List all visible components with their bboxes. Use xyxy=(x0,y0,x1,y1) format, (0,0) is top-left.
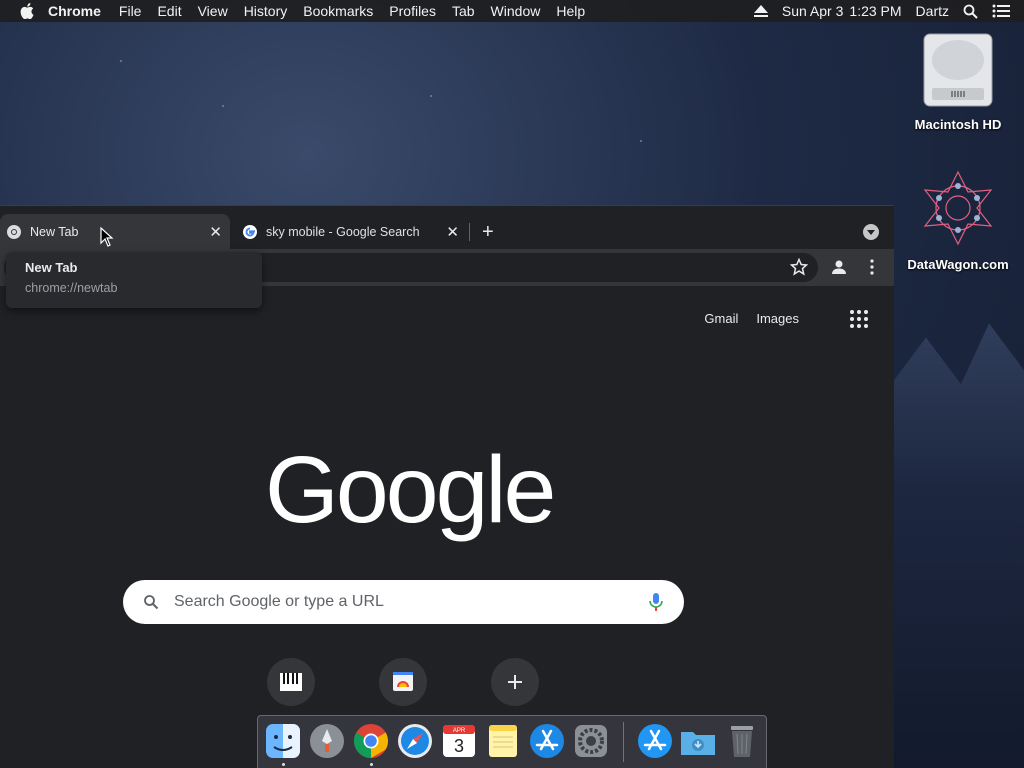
hard-drive-icon xyxy=(923,33,993,107)
star xyxy=(430,95,432,97)
system-preferences-icon[interactable] xyxy=(572,722,610,760)
images-link[interactable]: Images xyxy=(756,311,799,326)
menu-help[interactable]: Help xyxy=(556,3,585,19)
launchpad-icon[interactable] xyxy=(308,722,346,760)
apple-icon[interactable] xyxy=(20,3,34,19)
google-g-icon xyxy=(243,224,257,239)
search-box[interactable]: Search Google or type a URL xyxy=(123,580,684,624)
notification-center-icon[interactable] xyxy=(992,4,1010,18)
piano-shortcut-icon xyxy=(280,673,302,691)
tab-hover-card: New Tab chrome://newtab xyxy=(6,252,262,308)
google-apps-icon[interactable] xyxy=(850,310,868,328)
downloads-folder-icon[interactable] xyxy=(679,722,717,760)
close-tab-icon[interactable]: ✕ xyxy=(209,223,222,241)
tab-sky-mobile-search[interactable]: sky mobile - Google Search ✕ xyxy=(232,214,467,249)
desktop-mountains xyxy=(884,323,1024,768)
datawagon-logo-icon xyxy=(923,170,993,246)
chrome-icon xyxy=(7,224,21,239)
tab-separator xyxy=(469,223,470,241)
gmail-link[interactable]: Gmail xyxy=(704,311,738,326)
search-placeholder: Search Google or type a URL xyxy=(174,593,384,610)
dock-separator xyxy=(623,722,624,762)
menu-app-name[interactable]: Chrome xyxy=(48,3,101,19)
spotlight-search-icon[interactable] xyxy=(963,4,978,19)
star xyxy=(120,60,122,62)
desktop-icon-label: Macintosh HD xyxy=(914,117,1002,132)
calendar-day: 3 xyxy=(454,736,464,756)
tab-title: New Tab xyxy=(30,224,79,239)
eject-icon[interactable] xyxy=(753,5,768,17)
menu-history[interactable]: History xyxy=(244,3,288,19)
trash-icon[interactable] xyxy=(723,722,761,760)
tab-new-tab[interactable]: New Tab ✕ xyxy=(0,214,230,249)
add-shortcut-icon xyxy=(508,675,522,689)
tab-search-button[interactable] xyxy=(863,224,879,240)
search-icon xyxy=(144,595,159,610)
bookmark-star-icon[interactable] xyxy=(790,258,808,276)
menu-bar: Chrome File Edit View History Bookmarks … xyxy=(0,0,1024,22)
star xyxy=(640,140,642,142)
finder-icon[interactable] xyxy=(264,722,302,760)
desktop-icon-label: DataWagon.com xyxy=(907,257,1009,272)
desktop-icon-datawagon[interactable]: DataWagon.com xyxy=(903,168,1013,272)
new-tab-page: Gmail Images Google Search Google or typ… xyxy=(0,286,894,768)
google-logo: Google xyxy=(265,437,556,543)
menu-profiles[interactable]: Profiles xyxy=(389,3,436,19)
notes-icon[interactable] xyxy=(484,722,522,760)
app-store-folder-icon[interactable] xyxy=(636,722,674,760)
app-store-icon[interactable] xyxy=(528,722,566,760)
desktop-icon-macintosh-hd[interactable]: Macintosh HD xyxy=(903,30,1013,132)
microphone-icon[interactable] xyxy=(648,592,664,612)
chrome-app-icon[interactable] xyxy=(352,722,390,760)
top-links: Gmail Images xyxy=(704,311,799,326)
calendar-month: APR xyxy=(453,728,466,734)
menu-tab[interactable]: Tab xyxy=(452,3,475,19)
hover-card-title: New Tab xyxy=(25,260,78,275)
new-tab-button[interactable]: + xyxy=(482,222,494,242)
hover-card-url: chrome://newtab xyxy=(25,281,118,295)
menu-extras: Sun Apr 3 1:23 PM Dartz xyxy=(753,0,1024,22)
dock: APR 3 xyxy=(257,715,767,768)
profile-icon[interactable] xyxy=(830,258,848,276)
menu-time[interactable]: 1:23 PM xyxy=(849,3,901,19)
more-menu-icon[interactable] xyxy=(863,258,881,276)
mouse-cursor-icon xyxy=(100,227,114,247)
running-indicator xyxy=(282,763,285,766)
shortcut-tile[interactable] xyxy=(267,658,315,706)
photos-shortcut-icon xyxy=(393,672,413,691)
close-tab-icon[interactable]: ✕ xyxy=(446,223,459,241)
calendar-icon[interactable]: APR 3 xyxy=(440,722,478,760)
menu-file[interactable]: File xyxy=(119,3,142,19)
shortcut-tile[interactable] xyxy=(379,658,427,706)
running-indicator xyxy=(370,763,373,766)
menu-view[interactable]: View xyxy=(198,3,228,19)
menu-edit[interactable]: Edit xyxy=(157,3,181,19)
tab-strip: New Tab ✕ sky mobile - Google Search ✕ + xyxy=(0,206,894,249)
menu-date[interactable]: Sun Apr 3 xyxy=(782,3,844,19)
menu-bookmarks[interactable]: Bookmarks xyxy=(303,3,373,19)
star xyxy=(222,105,224,107)
menu-window[interactable]: Window xyxy=(491,3,541,19)
menu-user[interactable]: Dartz xyxy=(916,3,949,19)
add-shortcut-button[interactable] xyxy=(491,658,539,706)
tab-title: sky mobile - Google Search xyxy=(266,224,420,239)
safari-icon[interactable] xyxy=(396,722,434,760)
